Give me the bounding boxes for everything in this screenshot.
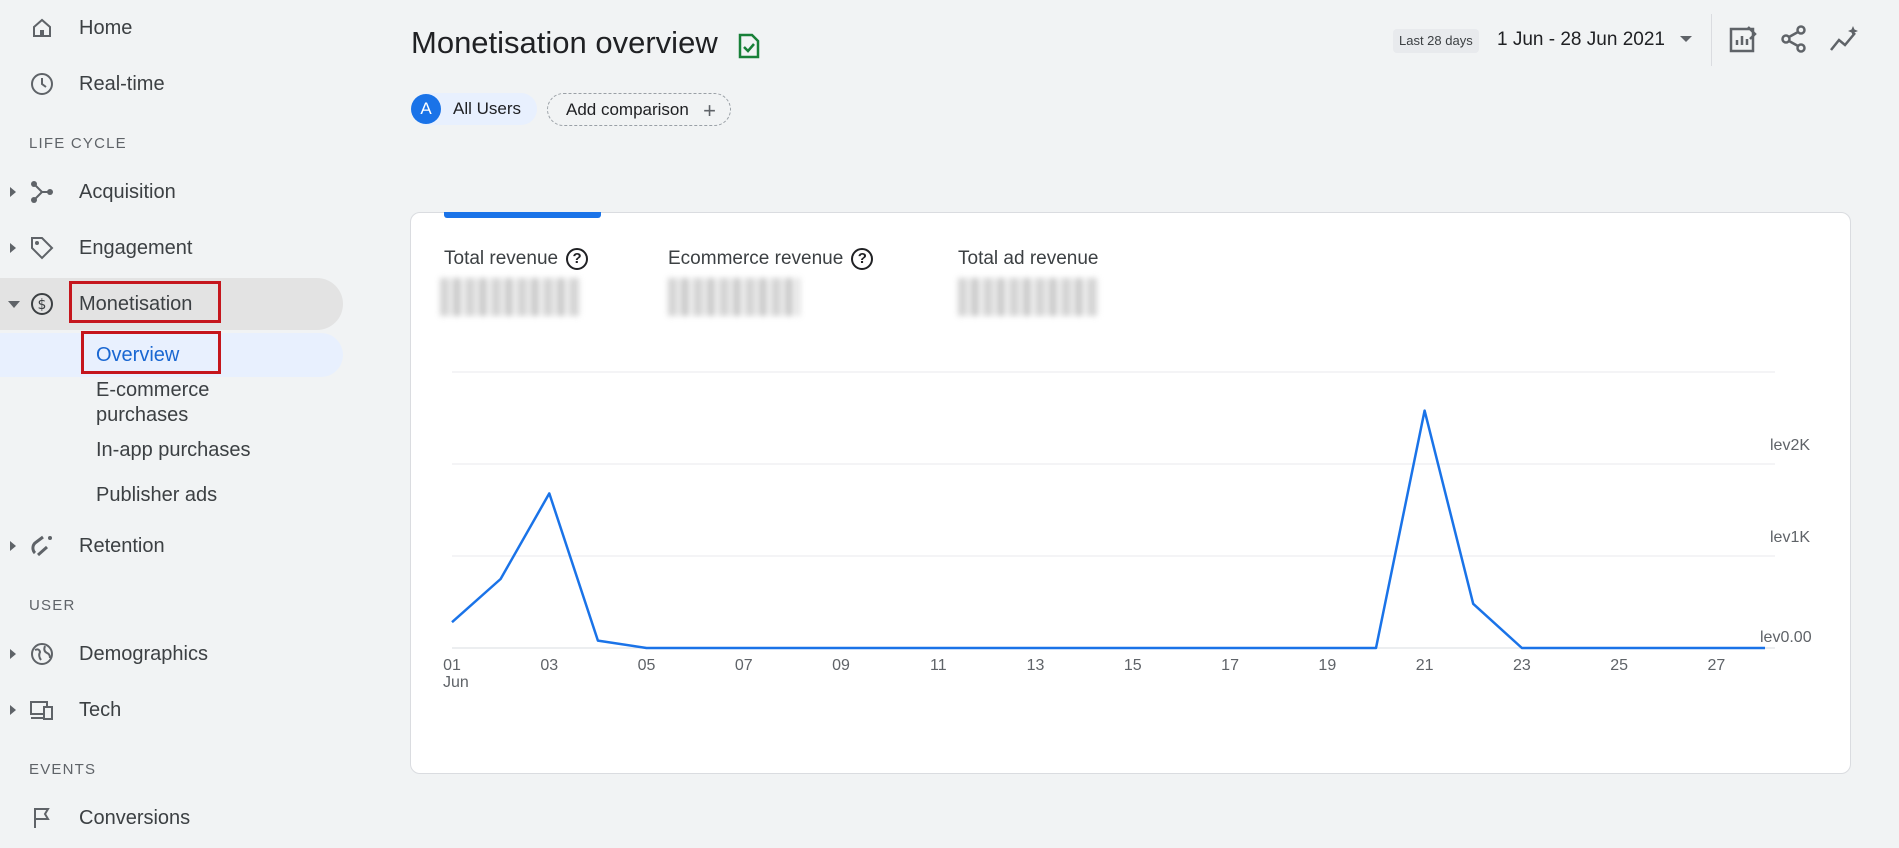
nav-retention[interactable]: Retention	[0, 520, 343, 572]
dropdown-caret-icon[interactable]	[1680, 36, 1692, 42]
section-lifecycle: LIFE CYCLE	[29, 135, 127, 152]
nav-demographics-label: Demographics	[79, 642, 208, 665]
x-tick-label: 07	[735, 657, 753, 674]
sidebar: Home Real-time LIFE CYCLE Acquisition En…	[0, 0, 355, 848]
revenue-series-line	[451, 409, 1765, 650]
devices-icon	[29, 697, 55, 723]
nav-engagement-label: Engagement	[79, 236, 193, 259]
nav-ecommerce-line1: E-commerce	[96, 379, 210, 401]
nav-acquisition-label: Acquisition	[79, 180, 176, 203]
nav-conversions[interactable]: Conversions	[0, 792, 343, 844]
nav-tech[interactable]: Tech	[0, 684, 343, 736]
metric-tab-ecommerce-revenue[interactable]: Ecommerce revenue ?	[668, 248, 874, 270]
flag-icon	[29, 805, 55, 831]
expand-caret-icon[interactable]	[10, 187, 16, 197]
y-tick-label: lev0.00	[1760, 629, 1812, 646]
metric-tab-total-ad-revenue[interactable]: Total ad revenue	[958, 248, 1099, 270]
highlight-box-overview	[81, 331, 221, 374]
x-tick-label: 23	[1513, 657, 1531, 674]
metric-label: Total ad revenue	[958, 248, 1099, 269]
x-tick-label: 13	[1027, 657, 1045, 674]
x-tick-label: 03	[540, 657, 558, 674]
date-range-picker[interactable]: 1 Jun - 28 Jun 2021	[1497, 29, 1665, 51]
nav-realtime-label: Real-time	[79, 72, 165, 95]
svg-text:$: $	[38, 297, 47, 313]
redacted-value	[668, 278, 800, 316]
nav-retention-label: Retention	[79, 534, 165, 557]
plus-icon: +	[703, 98, 716, 123]
y-tick-label: lev1K	[1770, 529, 1810, 546]
clock-icon	[29, 71, 55, 97]
redacted-value	[440, 278, 580, 316]
nav-inapp-purchases[interactable]: In-app purchases	[96, 438, 251, 463]
help-icon[interactable]: ?	[851, 248, 874, 270]
verified-check-icon	[737, 33, 761, 64]
share-icon[interactable]	[1779, 24, 1809, 54]
nav-ecommerce-line2: purchases	[96, 404, 189, 426]
nav-realtime[interactable]: Real-time	[0, 58, 343, 110]
segment-avatar: A	[411, 94, 441, 124]
add-comparison-button[interactable]: Add comparison +	[547, 93, 731, 126]
home-icon	[29, 15, 55, 41]
x-tick-label: 01	[443, 657, 461, 674]
selected-tab-indicator	[444, 212, 601, 218]
insights-icon[interactable]	[1829, 24, 1859, 54]
x-tick-sublabel: Jun	[443, 674, 469, 691]
x-tick-label: 05	[638, 657, 656, 674]
magnet-icon	[29, 533, 55, 559]
tag-icon	[29, 235, 55, 261]
dollar-icon: $	[29, 291, 55, 317]
x-tick-label: 21	[1416, 657, 1434, 674]
x-tick-label: 17	[1221, 657, 1239, 674]
revenue-line-chart: lev0.00 lev1K lev2K lev3K 01 03 05 07 09 11 13 15 17…	[443, 360, 1812, 691]
y-tick-label: lev3K	[1770, 360, 1810, 362]
x-tick-label: 11	[930, 657, 947, 674]
y-tick-label: lev2K	[1770, 437, 1810, 454]
nav-conversions-label: Conversions	[79, 806, 191, 829]
x-tick-label: 25	[1610, 657, 1628, 674]
expand-caret-icon[interactable]	[10, 705, 16, 715]
metric-label: Ecommerce revenue	[668, 248, 844, 269]
nav-home-label: Home	[79, 16, 133, 39]
globe-icon	[29, 641, 55, 667]
page-title: Monetisation overview	[411, 25, 718, 60]
section-events: EVENTS	[29, 761, 97, 778]
expand-caret-icon[interactable]	[10, 243, 16, 253]
toolbar-divider	[1711, 14, 1712, 66]
customize-report-icon[interactable]	[1728, 24, 1758, 54]
nav-publisher-ads[interactable]: Publisher ads	[96, 483, 217, 508]
highlight-box-monetisation	[69, 281, 221, 323]
nav-ecommerce-purchases[interactable]: E-commerce purchases	[96, 378, 209, 428]
expand-caret-icon[interactable]	[10, 541, 16, 551]
metric-label: Total revenue	[444, 248, 559, 269]
x-tick-label: 15	[1124, 657, 1142, 674]
x-tick-label: 19	[1318, 657, 1336, 674]
all-users-chip[interactable]: A All Users	[411, 93, 538, 125]
acquisition-icon	[29, 179, 55, 205]
nav-demographics[interactable]: Demographics	[0, 628, 343, 680]
all-users-label: All Users	[453, 99, 522, 118]
redacted-value	[958, 278, 1098, 316]
x-tick-label: 27	[1707, 657, 1725, 674]
expand-caret-icon[interactable]	[10, 649, 16, 659]
collapse-caret-icon[interactable]	[8, 300, 20, 308]
x-tick-label: 09	[832, 657, 850, 674]
nav-home[interactable]: Home	[0, 2, 343, 54]
nav-tech-label: Tech	[79, 698, 122, 721]
metric-tab-total-revenue[interactable]: Total revenue ?	[444, 248, 589, 270]
nav-engagement[interactable]: Engagement	[0, 222, 343, 274]
section-user: USER	[29, 597, 76, 614]
help-icon[interactable]: ?	[566, 248, 589, 270]
nav-acquisition[interactable]: Acquisition	[0, 166, 343, 218]
add-comparison-label: Add comparison	[566, 99, 689, 119]
date-preset-badge: Last 28 days	[1393, 29, 1479, 53]
